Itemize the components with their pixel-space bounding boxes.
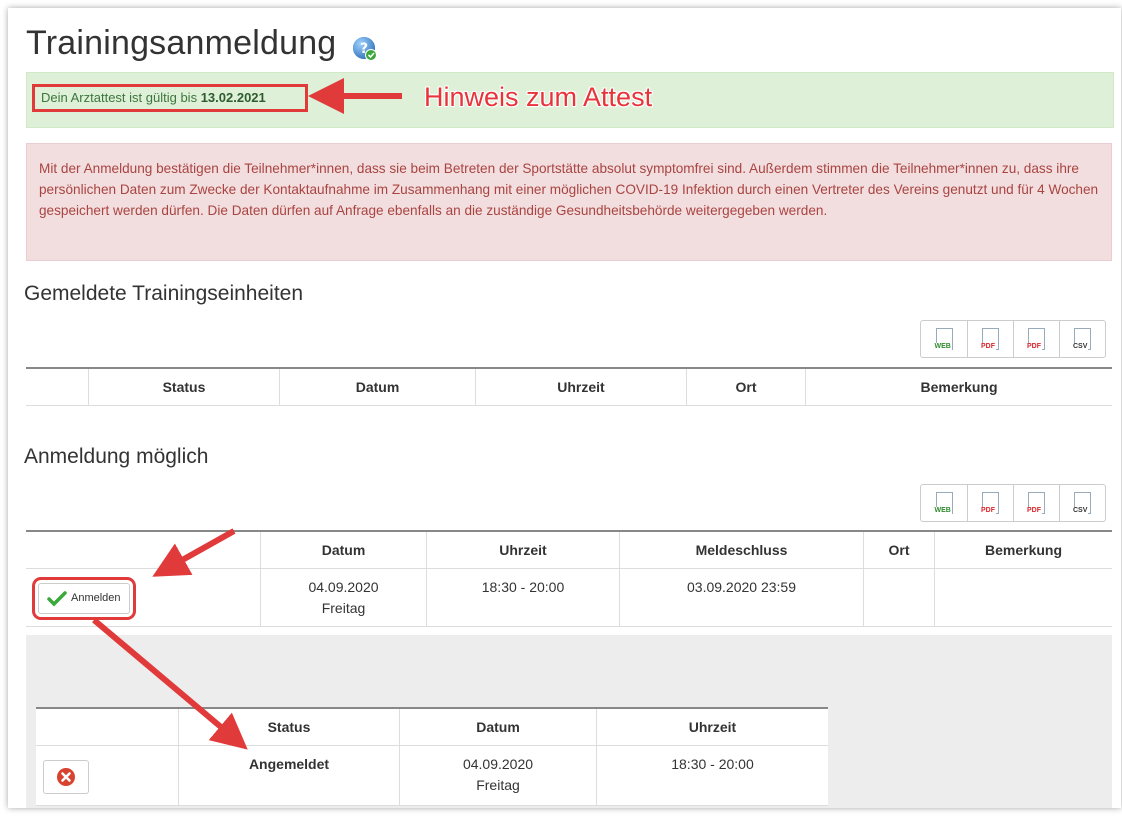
- available-table: Datum Uhrzeit Meldeschluss Ort Bemerkung…: [26, 530, 1112, 627]
- registered-heading: Gemeldete Trainingseinheiten: [24, 282, 304, 305]
- weekday: Freitag: [321, 600, 366, 616]
- pdf-export-icon[interactable]: PDF: [1013, 485, 1059, 521]
- cancel-registration-button[interactable]: [43, 760, 89, 794]
- deadline-cell: 03.09.2020 23:59: [619, 568, 864, 627]
- col-blank: [36, 707, 179, 746]
- col-blank: [26, 530, 261, 569]
- pdf-export-icon[interactable]: PDF: [1013, 321, 1059, 357]
- col-meldeschluss: Meldeschluss: [619, 530, 864, 569]
- status-cell: Angemeldet: [178, 745, 400, 806]
- export-toolbar-registered: WEB PDF PDF CSV: [920, 320, 1106, 358]
- col-uhrzeit: Uhrzeit: [475, 367, 687, 406]
- date: 04.09.2020: [462, 756, 534, 772]
- col-ort: Ort: [863, 530, 935, 569]
- date: 04.09.2020: [308, 579, 379, 595]
- registered-table: Status Datum Uhrzeit Ort Bemerkung: [26, 367, 1112, 406]
- annotation-attest: Hinweis zum Attest: [424, 82, 653, 112]
- register-button-label: Anmelden: [71, 592, 121, 604]
- action-cell: Anmelden: [26, 568, 261, 627]
- col-uhrzeit: Uhrzeit: [426, 530, 620, 569]
- time-cell: 18:30 - 20:00: [426, 568, 620, 627]
- attest-date: 13.02.2021: [200, 90, 266, 105]
- checkmark-icon: [47, 590, 67, 606]
- col-datum: Datum: [279, 367, 476, 406]
- col-blank: [26, 367, 89, 406]
- web-export-icon[interactable]: WEB: [921, 321, 967, 357]
- covid-notice: Mit der Anmeldung bestätigen die Teilneh…: [26, 143, 1112, 261]
- attest-info: Dein Arztattest ist gültig bis 13.02.202…: [32, 84, 308, 112]
- pdf-export-icon[interactable]: PDF: [967, 321, 1013, 357]
- page-frame: Trainingsanmeldung ? Dein Arztattest ist…: [8, 8, 1121, 808]
- help-icon[interactable]: ?: [352, 36, 378, 62]
- col-status: Status: [178, 707, 400, 746]
- col-datum: Datum: [260, 530, 427, 569]
- place-cell: [863, 568, 935, 627]
- web-export-icon[interactable]: WEB: [921, 485, 967, 521]
- col-datum: Datum: [399, 707, 597, 746]
- result-table: Status Datum Uhrzeit Angemeldet 04.09.20…: [36, 707, 828, 806]
- attest-text: Dein Arztattest ist gültig bis: [41, 90, 198, 105]
- col-bemerkung: Bemerkung: [934, 530, 1112, 569]
- date-cell: 04.09.2020 Freitag: [260, 568, 427, 627]
- time-cell: 18:30 - 20:00: [596, 745, 828, 806]
- col-ort: Ort: [686, 367, 806, 406]
- pdf-export-icon[interactable]: PDF: [967, 485, 1013, 521]
- csv-export-icon[interactable]: CSV: [1059, 321, 1105, 357]
- col-bemerkung: Bemerkung: [805, 367, 1112, 406]
- export-toolbar-available: WEB PDF PDF CSV: [920, 484, 1106, 522]
- weekday: Freitag: [476, 777, 520, 793]
- remark-cell: [934, 568, 1112, 627]
- table-row: Anmelden 04.09.2020 Freitag 18:30 - 20:00…: [26, 568, 1112, 627]
- date-cell: 04.09.2020 Freitag: [399, 745, 597, 806]
- col-status: Status: [88, 367, 280, 406]
- page-title: Trainingsanmeldung: [26, 24, 337, 62]
- register-button[interactable]: Anmelden: [32, 577, 136, 620]
- col-uhrzeit: Uhrzeit: [596, 707, 828, 746]
- table-row: Angemeldet 04.09.2020 Freitag 18:30 - 20:…: [36, 745, 828, 806]
- available-heading: Anmeldung möglich: [24, 445, 209, 468]
- close-icon: [57, 768, 75, 786]
- action-cell: [36, 745, 179, 806]
- csv-export-icon[interactable]: CSV: [1059, 485, 1105, 521]
